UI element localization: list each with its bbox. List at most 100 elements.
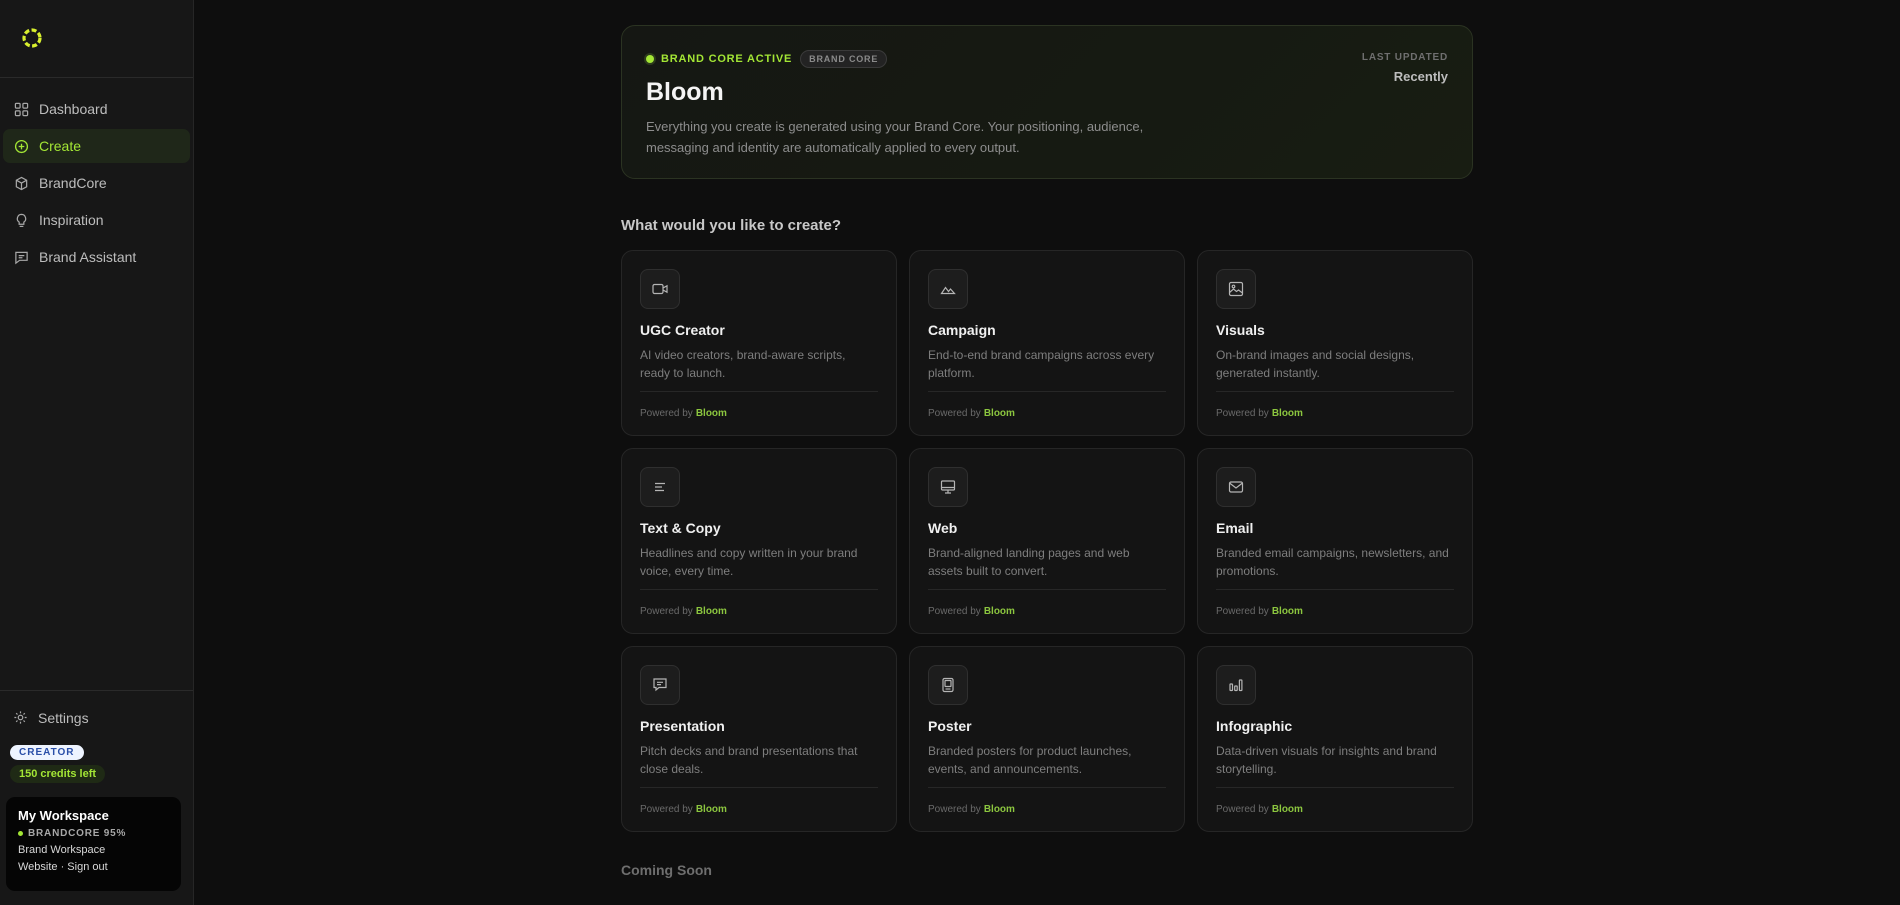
powered-brand: Bloom (983, 804, 1015, 815)
gear-icon (13, 710, 29, 726)
sidebar-item-label: Dashboard (39, 101, 108, 117)
sidebar-item-brandcore[interactable]: BrandCore (3, 166, 190, 200)
logo-icon[interactable] (20, 26, 44, 50)
status-dot (18, 831, 23, 836)
hero-description: Everything you create is generated using… (646, 119, 1144, 155)
card-footer: Powered by Bloom (928, 391, 1166, 435)
card-footer: Powered by Bloom (640, 787, 878, 831)
card-title: Visuals (1216, 322, 1265, 338)
powered-prefix: Powered by (640, 804, 693, 815)
card-description: AI video creators, brand-aware scripts, … (640, 348, 846, 380)
sidebar: Dashboard Create BrandCore Inspiration B… (0, 0, 194, 905)
brand-title: Bloom (646, 78, 724, 106)
create-heading: What would you like to create? (621, 217, 842, 234)
sidebar-item-create[interactable]: Create (3, 129, 190, 163)
brand-core-hero: BRAND CORE ACTIVE BRAND CORE Bloom Every… (621, 25, 1473, 179)
chat-icon (13, 249, 29, 265)
credits-badge: 150 credits left (10, 765, 106, 783)
powered-prefix: Powered by (640, 408, 693, 419)
sidebar-item-dashboard[interactable]: Dashboard (3, 92, 190, 126)
bar-chart-icon (1216, 665, 1256, 705)
powered-brand: Bloom (983, 408, 1015, 419)
brandcore-label: BRANDCORE 95% (28, 828, 127, 839)
sidebar-item-label: BrandCore (39, 175, 107, 191)
powered-prefix: Powered by (640, 606, 693, 617)
powered-brand: Bloom (1271, 804, 1303, 815)
mountain-icon (928, 269, 968, 309)
powered-brand: Bloom (1271, 408, 1303, 419)
card-footer: Powered by Bloom (928, 787, 1166, 831)
powered-brand: Bloom (695, 804, 727, 815)
card-visuals[interactable]: Visuals On-brand images and social desig… (1197, 250, 1473, 436)
presentation-icon (640, 665, 680, 705)
card-title: Web (928, 520, 958, 536)
card-description: Branded posters for product launches, ev… (928, 744, 1132, 776)
card-description: Pitch decks and brand presentations that… (640, 744, 858, 776)
last-updated-label: LAST UPDATED (1361, 52, 1448, 63)
card-poster[interactable]: Poster Branded posters for product launc… (909, 646, 1185, 832)
powered-brand: Bloom (695, 606, 727, 617)
powered-prefix: Powered by (1216, 606, 1269, 617)
grid-icon (13, 101, 29, 117)
brand-core-badge: BRAND CORE (800, 50, 888, 68)
card-web[interactable]: Web Brand-aligned landing pages and web … (909, 448, 1185, 634)
powered-brand: Bloom (1271, 606, 1303, 617)
card-email[interactable]: Email Branded email campaigns, newslette… (1197, 448, 1473, 634)
card-title: Text & Copy (640, 520, 721, 536)
brandcore-status: BRANDCORE 95% (18, 828, 169, 839)
card-description: Brand-aligned landing pages and web asse… (928, 546, 1130, 578)
plus-circle-icon (13, 138, 29, 154)
image-icon (1216, 269, 1256, 309)
powered-prefix: Powered by (1216, 408, 1269, 419)
logo-area (0, 0, 193, 78)
hero-tags: BRAND CORE ACTIVE BRAND CORE (646, 50, 1448, 68)
card-description: Headlines and copy written in your brand… (640, 546, 858, 578)
workspace-title: My Workspace (18, 808, 109, 823)
sidebar-item-settings[interactable]: Settings (0, 701, 193, 735)
card-title: UGC Creator (640, 322, 725, 338)
card-text-copy[interactable]: Text & Copy Headlines and copy written i… (621, 448, 897, 634)
brand-core-status: BRAND CORE ACTIVE (661, 53, 793, 65)
sidebar-item-label: Inspiration (39, 212, 104, 228)
mail-icon (1216, 467, 1256, 507)
video-icon (640, 269, 680, 309)
powered-brand: Bloom (983, 606, 1015, 617)
workspace-card[interactable]: My Workspace BRANDCORE 95% Brand Workspa… (6, 797, 181, 891)
lightbulb-icon (13, 212, 29, 228)
card-description: Data-driven visuals for insights and bra… (1216, 744, 1437, 776)
card-footer: Powered by Bloom (640, 391, 878, 435)
card-campaign[interactable]: Campaign End-to-end brand campaigns acro… (909, 250, 1185, 436)
content-column: BRAND CORE ACTIVE BRAND CORE Bloom Every… (621, 25, 1473, 832)
coming-soon-heading: Coming Soon (621, 862, 712, 878)
app-root: Dashboard Create BrandCore Inspiration B… (0, 0, 1900, 905)
powered-prefix: Powered by (928, 804, 981, 815)
powered-prefix: Powered by (928, 606, 981, 617)
card-infographic[interactable]: Infographic Data-driven visuals for insi… (1197, 646, 1473, 832)
card-presentation[interactable]: Presentation Pitch decks and brand prese… (621, 646, 897, 832)
card-ugc-creator[interactable]: UGC Creator AI video creators, brand-awa… (621, 250, 897, 436)
card-title: Email (1216, 520, 1254, 536)
last-updated-value: Recently (1393, 69, 1448, 84)
card-description: End-to-end brand campaigns across every … (928, 348, 1155, 380)
card-footer: Powered by Bloom (1216, 391, 1454, 435)
powered-brand: Bloom (695, 408, 727, 419)
card-description: On-brand images and social designs, gene… (1216, 348, 1415, 380)
sidebar-item-brand-assistant[interactable]: Brand Assistant (3, 240, 190, 274)
card-footer: Powered by Bloom (640, 589, 878, 633)
last-updated: LAST UPDATED Recently (1362, 52, 1448, 84)
card-description: Branded email campaigns, newsletters, an… (1216, 546, 1449, 578)
sidebar-item-inspiration[interactable]: Inspiration (3, 203, 190, 237)
text-lines-icon (640, 467, 680, 507)
powered-prefix: Powered by (928, 408, 981, 419)
create-card-grid: UGC Creator AI video creators, brand-awa… (621, 250, 1473, 832)
card-title: Infographic (1216, 718, 1293, 734)
card-title: Poster (928, 718, 972, 734)
card-footer: Powered by Bloom (1216, 787, 1454, 831)
workspace-links[interactable]: Website · Sign out (18, 861, 169, 873)
poster-icon (928, 665, 968, 705)
settings-label: Settings (38, 710, 89, 726)
sidebar-bottom: Settings CREATOR 150 credits left My Wor… (0, 690, 193, 905)
plan-badge: CREATOR (10, 745, 84, 760)
sidebar-item-label: Brand Assistant (39, 249, 137, 265)
card-title: Presentation (640, 718, 725, 734)
